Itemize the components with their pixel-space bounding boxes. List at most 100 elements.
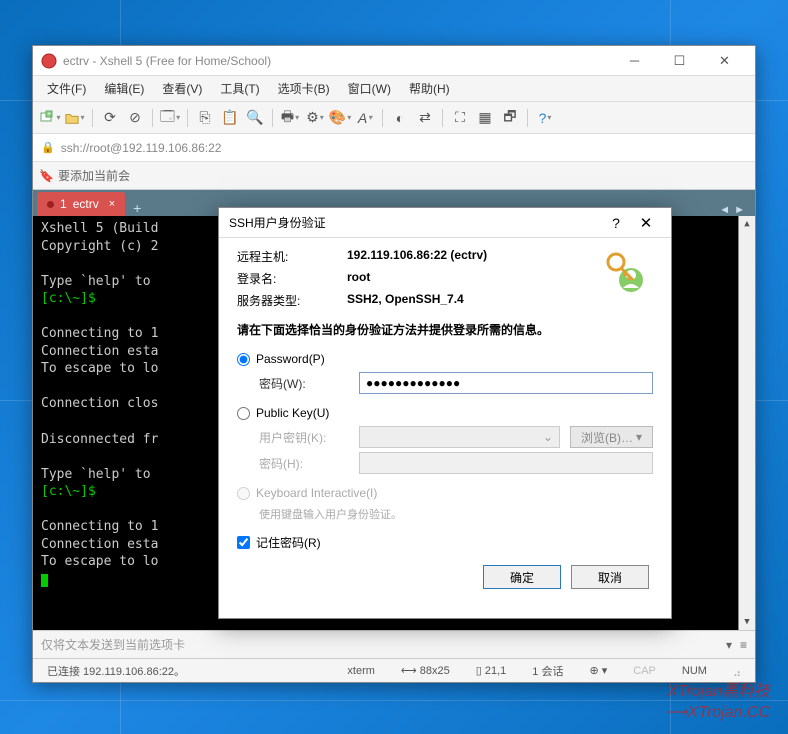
userkey-select: ⌄ <box>359 426 560 448</box>
profile-button[interactable]: 🗔 <box>159 107 181 129</box>
dialog-help-button[interactable]: ? <box>601 215 631 231</box>
resize-grip-icon[interactable]: ⣠ <box>727 664 747 677</box>
dialog-titlebar: SSH用户身份验证 ? ✕ <box>219 208 671 238</box>
color-button[interactable]: 🎨 <box>329 107 351 129</box>
help-button[interactable]: ? <box>534 107 556 129</box>
properties-button[interactable]: ⚙ <box>304 107 326 129</box>
script-button[interactable]: ◐ <box>389 107 411 129</box>
status-num: NUM <box>676 665 713 677</box>
tab-prev-button[interactable]: ◄ <box>719 204 730 216</box>
quickbar-text[interactable]: 要添加当前会 <box>58 167 130 184</box>
term-line: Type `help' to <box>41 274 158 289</box>
transfer-button[interactable]: ⇄ <box>414 107 436 129</box>
remember-checkbox-input[interactable] <box>237 536 250 549</box>
term-line: Connecting to 1 <box>41 519 158 534</box>
status-term: xterm <box>341 665 381 677</box>
term-line: Xshell 5 (Build <box>41 221 158 236</box>
chevron-down-icon: ⌄ <box>543 430 553 444</box>
password-radio-input[interactable] <box>237 353 250 366</box>
password-radio[interactable]: Password(P) <box>237 352 653 366</box>
keyboard-radio-input <box>237 487 250 500</box>
ok-button[interactable]: 确定 <box>483 565 561 589</box>
copy-button[interactable]: ⎘ <box>194 107 216 129</box>
tab-close-icon[interactable]: × <box>109 198 115 210</box>
keyboard-radio: Keyboard Interactive(I) <box>237 486 653 500</box>
bookmark-icon[interactable]: 🔖 <box>39 169 54 183</box>
term-line: Copyright (c) 2 <box>41 239 158 254</box>
menu-edit[interactable]: 编辑(E) <box>96 77 152 100</box>
new-tab-button[interactable]: + <box>125 200 149 216</box>
reconnect-button[interactable]: ⟳ <box>99 107 121 129</box>
font-button[interactable]: A <box>354 107 376 129</box>
dialog-close-button[interactable]: ✕ <box>631 214 661 232</box>
status-tray-icon[interactable]: ⊕ ▾ <box>583 664 613 677</box>
minimize-button[interactable]: ─ <box>612 47 657 75</box>
status-dot-icon <box>47 201 54 208</box>
new-session-button[interactable]: + <box>39 107 61 129</box>
send-input[interactable]: 仅将文本发送到当前选项卡 <box>41 636 726 653</box>
open-button[interactable] <box>64 107 86 129</box>
arrow-right-icon: ⟶ <box>665 703 688 724</box>
cursor-icon <box>41 574 48 587</box>
term-line: Type `help' to <box>41 467 158 482</box>
remember-checkbox[interactable]: 记住密码(R) <box>237 534 653 551</box>
addressbar: 🔒 ssh://root@192.119.106.86:22 <box>33 134 755 162</box>
scroll-up-button[interactable]: ▲ <box>741 218 753 230</box>
term-line: To escape to lo <box>41 554 158 569</box>
maximize-button[interactable]: ☐ <box>657 47 702 75</box>
window-controls: ─ ☐ ✕ <box>612 47 747 75</box>
term-line: Connection clos <box>41 396 158 411</box>
term-line: Connection esta <box>41 344 158 359</box>
paste-button[interactable]: 📋 <box>219 107 241 129</box>
svg-text:+: + <box>47 111 51 118</box>
sendbar-dropdown-button[interactable]: ▾ <box>726 638 732 652</box>
status-size: ⟷ 88x25 <box>395 664 456 677</box>
status-pos: ▯ 21,1 <box>470 664 513 677</box>
scroll-down-button[interactable]: ▼ <box>741 616 753 628</box>
passphrase-input <box>359 452 653 474</box>
find-button[interactable]: 🔍 <box>244 107 266 129</box>
toolbar: + ⟳ ⊘ 🗔 ⎘ 📋 🔍 🖶 ⚙ 🎨 A ◐ ⇄ ⛶ ▦ 🗗 ? <box>33 102 755 134</box>
lock-icon: 🔒 <box>41 141 55 154</box>
menu-file[interactable]: 文件(F) <box>39 77 94 100</box>
sendbar-menu-button[interactable]: ≡ <box>740 638 747 652</box>
term-line: Disconnected fr <box>41 432 158 447</box>
tab-next-button[interactable]: ► <box>734 204 745 216</box>
close-button[interactable]: ✕ <box>702 47 747 75</box>
term-prompt: [c:\~]$ <box>41 291 104 306</box>
cascade-button[interactable]: 🗗 <box>499 107 521 129</box>
remote-host-value: 192.119.106.86:22 (ectrv) <box>347 248 487 265</box>
dialog-instruction: 请在下面选择恰当的身份验证方法并提供登录所需的信息。 <box>237 321 653 338</box>
menu-view[interactable]: 查看(V) <box>154 77 210 100</box>
quickbar: 🔖 要添加当前会 <box>33 162 755 190</box>
address-url[interactable]: ssh://root@192.119.106.86:22 <box>61 141 222 155</box>
cancel-button[interactable]: 取消 <box>571 565 649 589</box>
tab-index: 1 <box>60 197 67 211</box>
tab-label: ectrv <box>73 197 99 211</box>
menu-tools[interactable]: 工具(T) <box>212 77 267 100</box>
password-input[interactable] <box>359 372 653 394</box>
term-line: Connection esta <box>41 537 158 552</box>
publickey-radio[interactable]: Public Key(U) <box>237 406 653 420</box>
keyboard-hint: 使用键盘输入用户身份验证。 <box>259 506 653 522</box>
menu-tab[interactable]: 选项卡(B) <box>270 77 338 100</box>
fullscreen-button[interactable]: ⛶ <box>449 107 471 129</box>
login-value: root <box>347 270 370 287</box>
statusbar: 已连接 192.119.106.86:22。 xterm ⟷ 88x25 ▯ 2… <box>33 658 755 682</box>
disconnect-button[interactable]: ⊘ <box>124 107 146 129</box>
chevron-down-icon: ▾ <box>636 430 642 444</box>
sendbar: 仅将文本发送到当前选项卡 ▾ ≡ <box>33 630 755 658</box>
session-tab[interactable]: 1 ectrv × <box>37 192 125 216</box>
browse-button: 浏览(B)…▾ <box>570 426 653 448</box>
publickey-radio-input[interactable] <box>237 407 250 420</box>
tile-button[interactable]: ▦ <box>474 107 496 129</box>
titlebar: ectrv - Xshell 5 (Free for Home/School) … <box>33 46 755 76</box>
print-button[interactable]: 🖶 <box>279 107 301 129</box>
term-line: To escape to lo <box>41 361 158 376</box>
app-icon <box>41 53 57 69</box>
password-field-label: 密码(W): <box>259 375 349 392</box>
menu-help[interactable]: 帮助(H) <box>401 77 458 100</box>
menu-window[interactable]: 窗口(W) <box>340 77 399 100</box>
tab-nav: ◄ ► <box>713 204 751 216</box>
ssh-auth-dialog: SSH用户身份验证 ? ✕ 远程主机:192.119.106.86:22 (ec… <box>218 207 672 619</box>
